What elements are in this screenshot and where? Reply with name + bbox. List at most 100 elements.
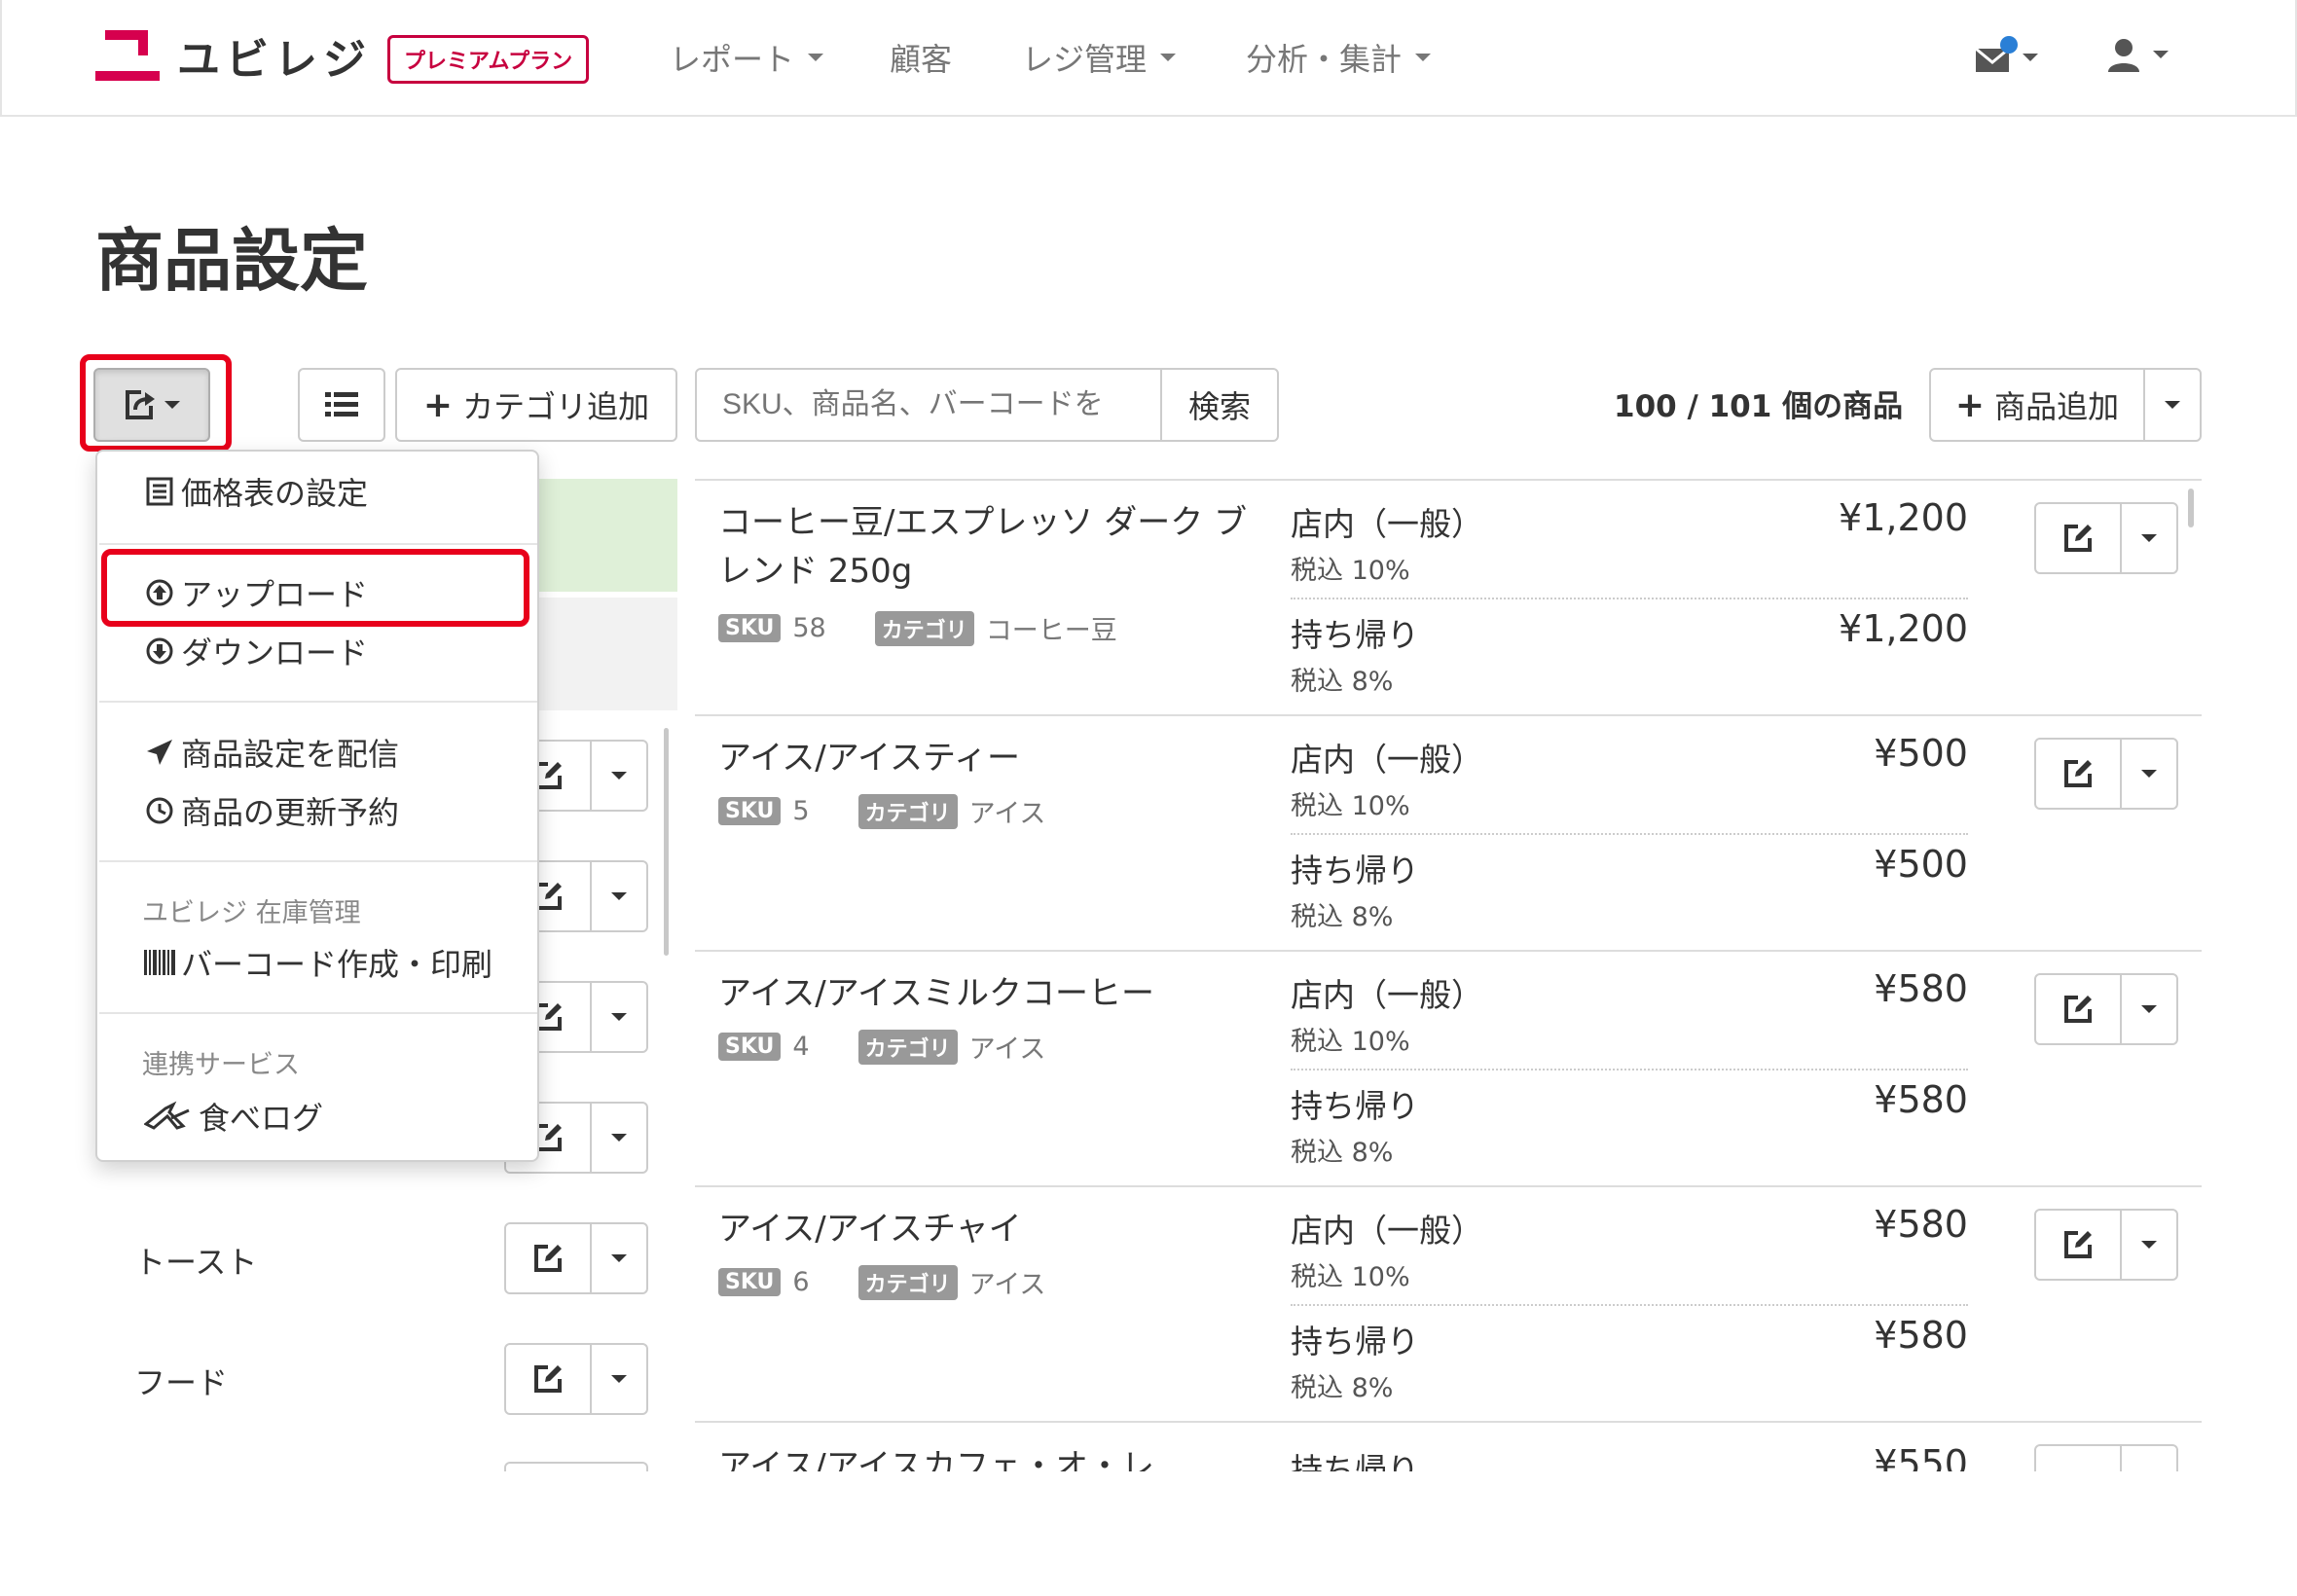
menu-price-table-label: 価格表の設定 [181,475,369,512]
product-options-dropdown[interactable] [2122,975,2176,1043]
product-meta: SKU 58 カテゴリ コーヒー豆 [718,609,1117,647]
category-label-toast[interactable]: トースト [134,1238,257,1283]
product-edit-button[interactable] [2036,504,2122,572]
price-list: 持ち帰り ¥550 [1291,1423,1968,1471]
price-type: 店内（一般） [1291,741,1483,779]
nav-register[interactable]: レジ管理 [1022,35,1177,80]
chevron-down-icon [2141,770,2157,778]
price-tax: 税込 8% [1291,667,1394,697]
category-options-dropdown[interactable] [592,1104,646,1172]
nav-customers-label: 顧客 [890,41,953,78]
category-options-dropdown[interactable] [592,1224,646,1292]
product-row[interactable]: アイス/アイスミルクコーヒー SKU 4 カテゴリ アイス 店内（一般） 税込 … [695,952,2202,1187]
product-edit-button[interactable] [2036,1446,2122,1471]
sku-badge: SKU [718,1268,782,1296]
price-list: 店内（一般） 税込 10% ¥580 持ち帰り 税込 8% ¥580 [1291,952,1968,1187]
nav-register-label: レジ管理 [1022,41,1148,78]
product-row[interactable]: アイス/アイスチャイ SKU 6 カテゴリ アイス 店内（一般） 税込 10% … [695,1187,2202,1423]
nav-report[interactable]: レポート [670,35,824,80]
price-amount: ¥550 [1874,1442,1968,1471]
plus-icon: + [1954,384,1986,425]
product-edit-group [2034,738,2178,810]
chevron-down-icon [611,772,627,780]
product-edit-group [2034,1209,2178,1281]
price-tax: 税込 10% [1291,1262,1410,1292]
download-circle-icon [144,636,175,666]
product-category: アイス [968,1270,1046,1300]
product-row[interactable]: コーヒー豆/エスプレッソ ダーク ブレンド 250g SKU 58 カテゴリ コ… [695,481,2202,716]
add-category-button[interactable]: + カテゴリ追加 [395,368,677,442]
price-list: 店内（一般） 税込 10% ¥500 持ち帰り 税込 8% ¥500 [1291,716,1968,952]
add-product-button[interactable]: + 商品追加 [1929,368,2145,442]
price-amount: ¥580 [1874,967,1968,1010]
mail-icon [1975,36,2018,72]
price-type: 持ち帰り [1291,852,1419,889]
notifications-menu[interactable] [1974,35,2038,80]
category-badge: カテゴリ [857,793,958,829]
category-edit-button[interactable] [506,1345,592,1413]
list-view-button[interactable] [298,368,385,442]
category-label-food[interactable]: フード [134,1359,228,1403]
brand-logo[interactable]: ユビレジ [95,29,372,85]
price-type: 店内（一般） [1291,505,1483,543]
category-options-dropdown[interactable] [592,862,646,930]
chevron-down-icon [2153,51,2169,58]
edit-icon [2064,996,2092,1023]
price-amount: ¥1,200 [1839,607,1968,650]
menu-price-table[interactable]: 価格表の設定 [144,469,368,514]
menu-distribute-label: 商品設定を配信 [181,736,400,773]
chevron-down-icon [1415,54,1432,61]
menu-distribute[interactable]: 商品設定を配信 [144,730,399,775]
search-input[interactable] [695,368,1162,442]
product-edit-button[interactable] [2036,740,2122,808]
price-amount: ¥1,200 [1839,496,1968,539]
chevron-down-icon [611,892,627,900]
product-options-dropdown[interactable] [2122,740,2176,808]
category-edit-group [504,1343,648,1415]
list-icon [325,392,358,417]
product-edit-group [2034,502,2178,574]
add-product-dropdown[interactable] [2143,368,2202,442]
menu-barcode[interactable]: バーコード作成・印刷 [144,940,492,985]
nav-analysis[interactable]: 分析・集計 [1246,35,1432,80]
category-badge: カテゴリ [874,610,974,646]
price-tax: 税込 8% [1291,1138,1394,1168]
edit-icon [2064,1231,2092,1258]
product-edit-group [2034,1444,2178,1471]
chevron-down-icon [611,1013,627,1021]
category-options-dropdown[interactable] [592,1345,646,1413]
menu-tabelog[interactable]: 食べログ [144,1094,323,1139]
product-edit-group [2034,973,2178,1045]
category-badge: カテゴリ [857,1029,958,1065]
category-scrollbar[interactable] [664,728,669,956]
product-options-dropdown[interactable] [2122,504,2176,572]
category-options-dropdown[interactable] [592,983,646,1051]
plan-badge: プレミアムプラン [387,35,590,84]
product-edit-button[interactable] [2036,975,2122,1043]
nav-customers[interactable]: 顧客 [890,35,952,80]
price-tax: 税込 10% [1291,556,1410,586]
product-options-dropdown[interactable] [2122,1211,2176,1279]
chevron-down-icon [1160,54,1177,61]
menu-schedule[interactable]: 商品の更新予約 [144,788,399,833]
product-name: アイス/アイスミルクコーヒー [718,974,1155,1013]
category-options-dropdown[interactable] [592,742,646,810]
menu-download[interactable]: ダウンロード [144,629,368,673]
product-meta: SKU 6 カテゴリ アイス [718,1263,1045,1301]
price-tax: 税込 10% [1291,791,1410,821]
user-menu[interactable] [2104,35,2169,74]
price-list: 店内（一般） 税込 10% ¥580 持ち帰り 税込 8% ¥580 [1291,1187,1968,1423]
product-options-dropdown[interactable] [2122,1446,2176,1471]
search-button[interactable]: 検索 [1160,368,1279,442]
chevron-down-icon [808,54,824,61]
product-row[interactable]: アイス/アイスティー SKU 5 カテゴリ アイス 店内（一般） 税込 10% … [695,716,2202,952]
product-edit-button[interactable] [2036,1211,2122,1279]
category-edit-button[interactable] [506,1224,592,1292]
product-row[interactable]: アイス/アイスカフェ・オ・レ 持ち帰り ¥550 [695,1423,2202,1471]
product-scrollbar[interactable] [2188,489,2194,527]
price-amount: ¥500 [1874,843,1968,886]
add-product-label: 商品追加 [1994,388,2120,425]
chevron-down-icon [611,1134,627,1142]
product-sku: 5 [792,796,810,826]
user-icon [2108,39,2139,72]
